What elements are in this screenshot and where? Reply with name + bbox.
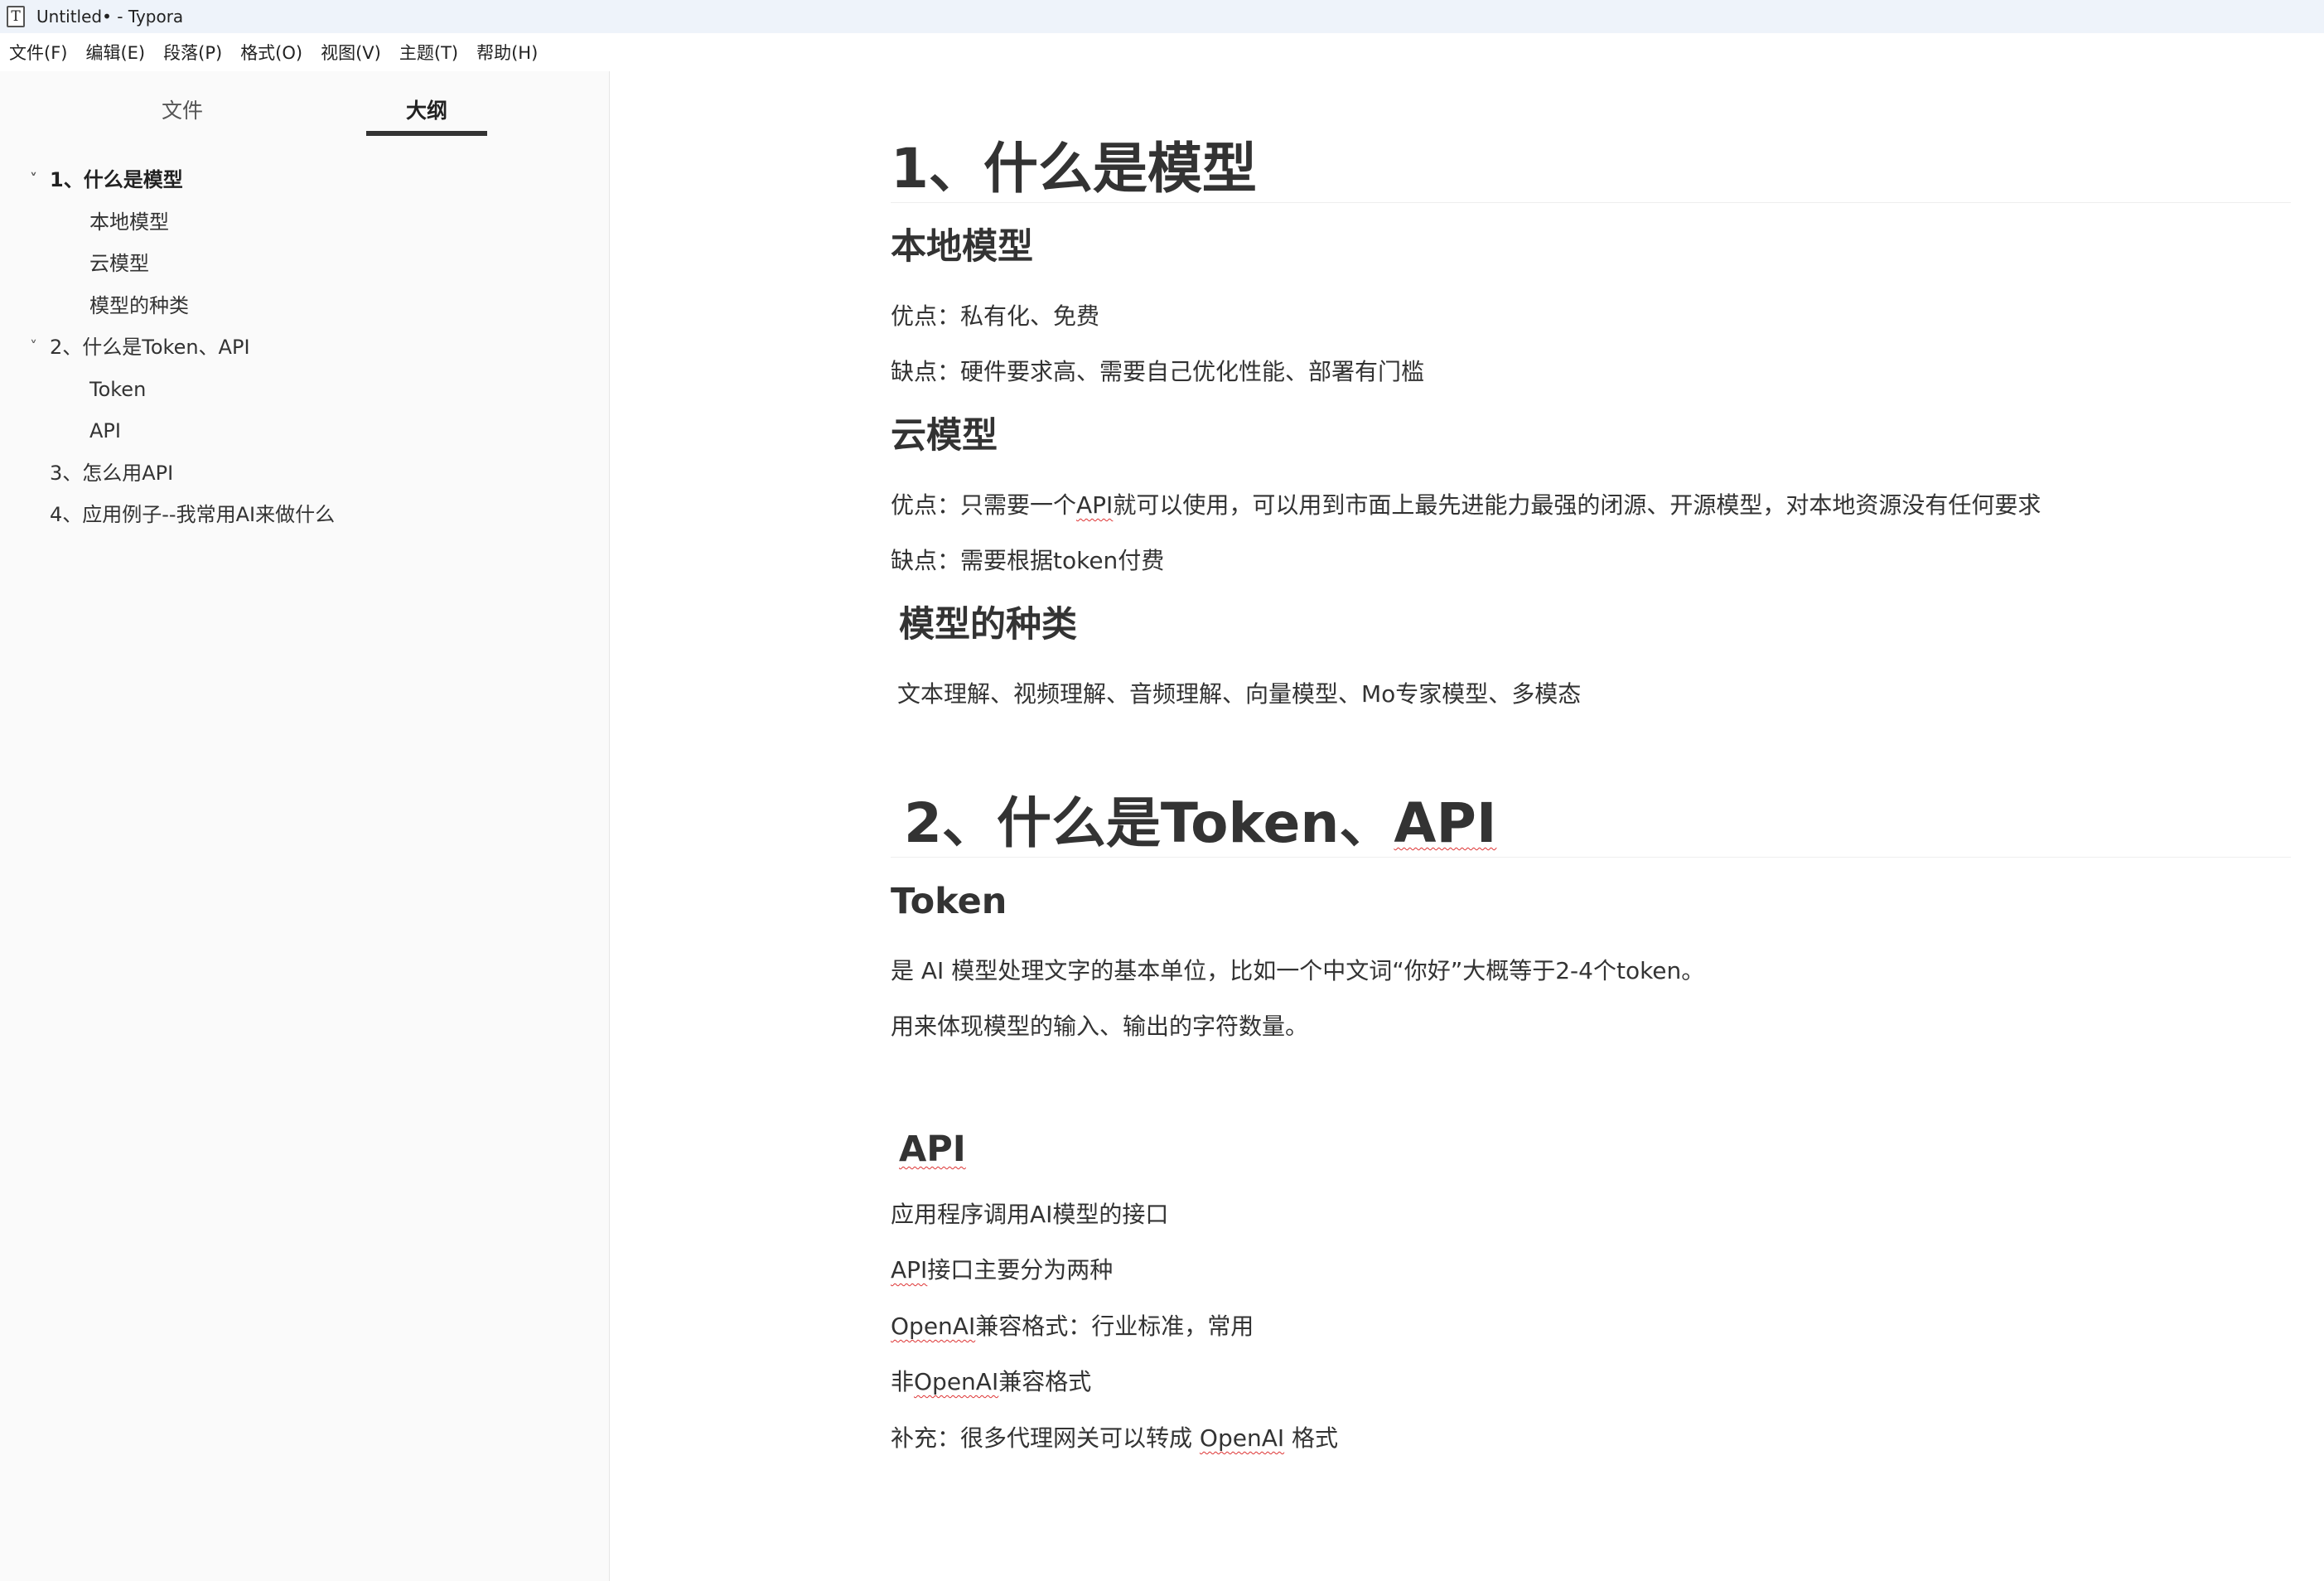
outline-item-label: Token [89, 377, 147, 401]
paragraph-local-con[interactable]: 缺点：硬件要求高、需要自己优化性能、部署有门槛 [891, 355, 1424, 389]
outline-item-use-cases[interactable]: 4、应用例子--我常用AI来做什么 [0, 494, 610, 536]
text-run: 非 [891, 1368, 915, 1395]
paragraph-token-definition[interactable]: 是 AI 模型处理文字的基本单位，比如一个中文词“你好”大概等于2-4个toke… [891, 955, 1704, 988]
heading-local-model[interactable]: 本地模型 [891, 224, 1033, 270]
chevron-down-icon[interactable]: ˅ [30, 159, 45, 201]
outline-item-model-types[interactable]: 模型的种类 [0, 285, 610, 327]
menu-paragraph[interactable]: 段落(P) [163, 40, 222, 65]
menu-theme[interactable]: 主题(T) [399, 40, 458, 65]
text-run: 2、什么是Token、 [904, 791, 1394, 855]
heading-token[interactable]: Token [891, 878, 1007, 925]
heading-model-types[interactable]: 模型的种类 [899, 602, 1077, 648]
menu-bar: 文件(F) 编辑(E) 段落(P) 格式(O) 视图(V) 主题(T) 帮助(H… [0, 33, 2324, 71]
outline-item-token[interactable]: Token [0, 369, 610, 411]
heading-api[interactable]: API [899, 1126, 966, 1172]
text-run: 格式 [1284, 1424, 1339, 1452]
text-run: 就可以使用，可以用到市面上最先进能力最强的闭源、开源模型，对本地资源没有任何要求 [1113, 491, 2041, 519]
spellcheck-word: API [891, 1256, 928, 1284]
outline-item-label: 模型的种类 [89, 293, 189, 317]
paragraph-api-definition[interactable]: 应用程序调用AI模型的接口 [891, 1198, 1168, 1231]
spellcheck-word: OpenAI [1199, 1424, 1285, 1452]
title-bar: T Untitled• - Typora [0, 0, 2324, 33]
spellcheck-word: API [899, 1129, 966, 1170]
paragraph-local-pro[interactable]: 优点：私有化、免费 [891, 300, 1099, 333]
paragraph-api-types[interactable]: API接口主要分为两种 [891, 1254, 1113, 1287]
paragraph-cloud-con[interactable]: 缺点：需要根据token付费 [891, 544, 1164, 578]
menu-help[interactable]: 帮助(H) [476, 40, 538, 65]
text-run: 兼容格式 [998, 1368, 1092, 1395]
paragraph-non-openai-format[interactable]: 非OpenAI兼容格式 [891, 1366, 1091, 1399]
outline-item-token-api[interactable]: ˅ 2、什么是Token、API [0, 326, 610, 369]
spellcheck-word: OpenAI [914, 1368, 999, 1395]
heading-token-api[interactable]: 2、什么是Token、API [891, 790, 2291, 858]
menu-view[interactable]: 视图(V) [321, 40, 381, 65]
outline-item-label: 本地模型 [89, 210, 169, 234]
menu-edit[interactable]: 编辑(E) [85, 40, 145, 65]
sidebar-tabs: 文件 大纲 [0, 71, 609, 138]
outline-item-label: 云模型 [89, 252, 149, 275]
outline-item-local-model[interactable]: 本地模型 [0, 201, 610, 244]
outline-item-what-is-model[interactable]: ˅ 1、什么是模型 [0, 159, 610, 201]
outline-list: ˅ 1、什么是模型 本地模型 云模型 模型的种类 ˅ 2、什么是Token、AP… [0, 159, 610, 536]
typora-app-icon[interactable]: T [7, 6, 25, 27]
outline-item-label: 2、什么是Token、API [50, 336, 250, 359]
spellcheck-word: API [1394, 791, 1497, 855]
paragraph-model-types[interactable]: 文本理解、视频理解、音频理解、向量模型、Mo专家模型、多模态 [897, 678, 1581, 711]
heading-what-is-model[interactable]: 1、什么是模型 [891, 136, 2291, 203]
text-run: 优点：只需要一个 [891, 491, 1077, 519]
chevron-down-icon[interactable]: ˅ [30, 326, 45, 368]
spellcheck-word: API [1076, 491, 1114, 519]
heading-cloud-model[interactable]: 云模型 [891, 413, 998, 459]
active-tab-indicator [366, 131, 487, 136]
outline-item-label: 4、应用例子--我常用AI来做什么 [50, 503, 336, 526]
paragraph-openai-format[interactable]: OpenAI兼容格式：行业标准，常用 [891, 1310, 1254, 1343]
outline-item-api[interactable]: API [0, 410, 610, 452]
menu-file[interactable]: 文件(F) [9, 40, 67, 65]
text-run: 兼容格式：行业标准，常用 [975, 1313, 1254, 1340]
spellcheck-word: OpenAI [891, 1313, 976, 1340]
outline-item-cloud-model[interactable]: 云模型 [0, 243, 610, 285]
paragraph-cloud-pro[interactable]: 优点：只需要一个API就可以使用，可以用到市面上最先进能力最强的闭源、开源模型，… [891, 489, 2041, 522]
outline-item-label: 3、怎么用API [50, 461, 174, 485]
outline-item-label: 1、什么是模型 [50, 168, 183, 191]
text-run: 补充：很多代理网关可以转成 [891, 1424, 1200, 1452]
outline-item-how-to-use-api[interactable]: 3、怎么用API [0, 452, 610, 495]
menu-format[interactable]: 格式(O) [240, 40, 302, 65]
tab-files[interactable]: 文件 [149, 94, 215, 124]
editor-pane[interactable]: 1、什么是模型 本地模型 优点：私有化、免费 缺点：硬件要求高、需要自己优化性能… [611, 71, 2324, 1581]
paragraph-supplement[interactable]: 补充：很多代理网关可以转成 OpenAI 格式 [891, 1422, 1338, 1455]
outline-item-label: API [89, 419, 121, 442]
tab-outline[interactable]: 大纲 [366, 94, 487, 124]
window-title: Untitled• - Typora [36, 7, 184, 27]
paragraph-token-usage[interactable]: 用来体现模型的输入、输出的字符数量。 [891, 1010, 1308, 1043]
text-run: 接口主要分为两种 [927, 1256, 1114, 1284]
sidebar: 文件 大纲 ˅ 1、什么是模型 本地模型 云模型 模型的种类 ˅ 2、什么是To… [0, 71, 610, 1581]
